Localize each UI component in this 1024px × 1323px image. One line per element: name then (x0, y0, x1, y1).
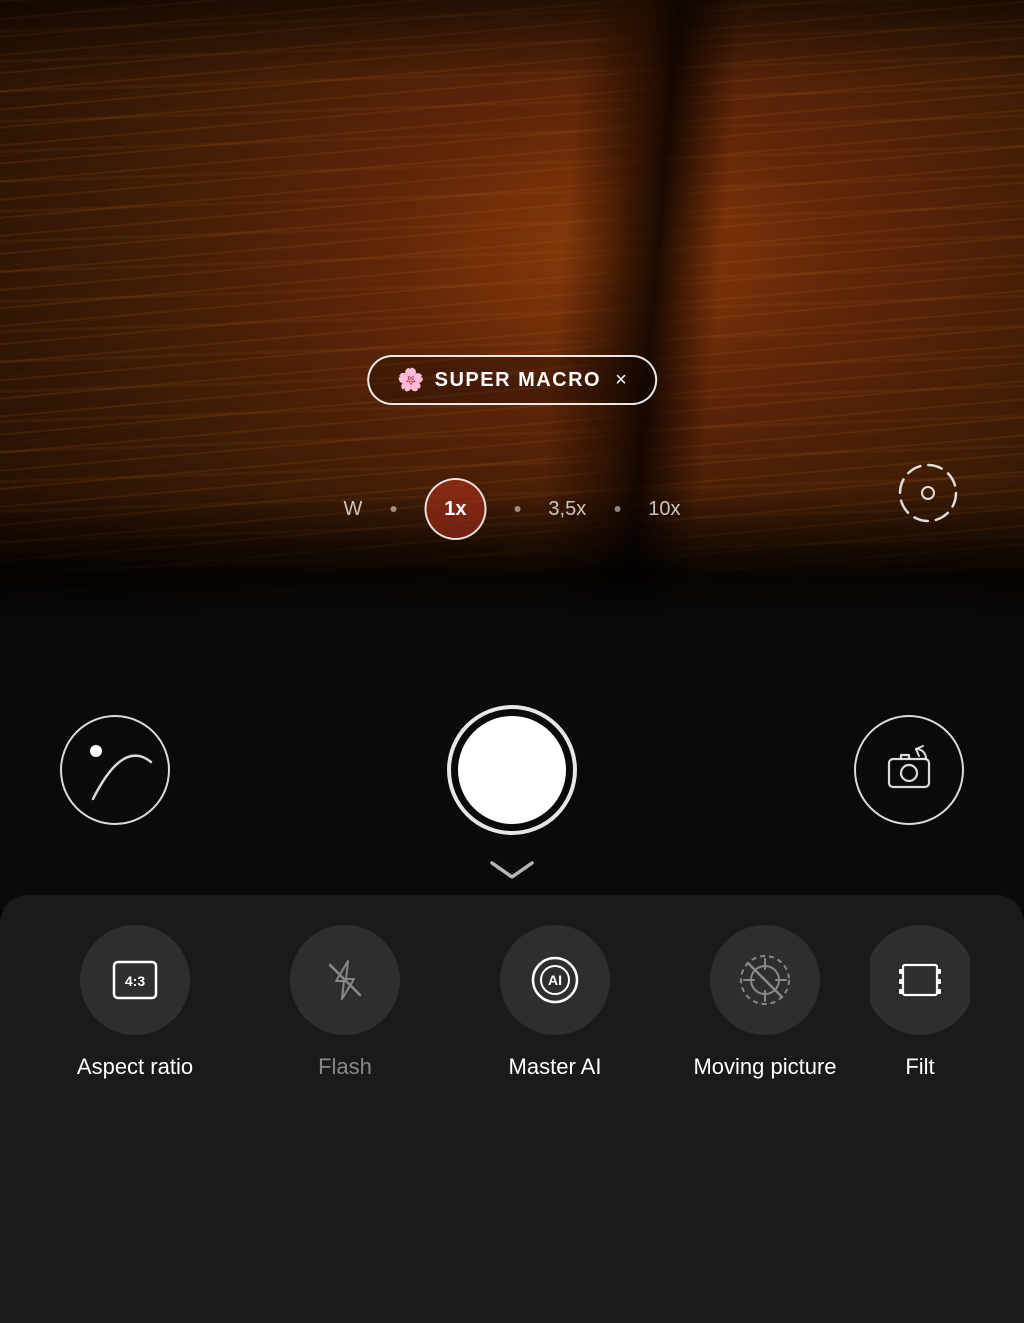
moving-picture-off-icon (734, 949, 796, 1011)
drawer-chevron[interactable] (472, 850, 552, 890)
settings-tray: 4:3 Aspect ratio Flash (0, 895, 1024, 1323)
filter-label: Filt (905, 1053, 934, 1082)
filter-icon-circle (870, 925, 970, 1035)
aspect-ratio-icon-circle: 4:3 (80, 925, 190, 1035)
svg-text:4:3: 4:3 (125, 973, 145, 989)
viewfinder-top-gradient (0, 0, 1024, 80)
master-ai-icon: AI (524, 949, 586, 1011)
zoom-1x-active[interactable]: 1x (424, 478, 486, 540)
settings-item-master-ai[interactable]: AI Master AI (450, 925, 660, 1082)
moving-picture-icon-circle (710, 925, 820, 1035)
camera-viewfinder: 🌸 SUPER MACRO × W 1x 3,5x 10x (0, 0, 1024, 630)
zoom-dot-1 (390, 506, 396, 512)
zoom-controls: W 1x 3,5x 10x (344, 478, 681, 540)
master-ai-icon-circle: AI (500, 925, 610, 1035)
zoom-w-option[interactable]: W (344, 498, 363, 521)
gallery-button[interactable] (60, 715, 170, 825)
zoom-10x-option[interactable]: 10x (648, 498, 680, 521)
master-ai-label: Master AI (509, 1053, 602, 1082)
svg-text:AI: AI (548, 972, 562, 988)
shutter-button[interactable] (447, 705, 577, 835)
macro-close-button[interactable]: × (615, 369, 627, 392)
flash-off-icon (316, 951, 374, 1009)
zoom-35x-option[interactable]: 3,5x (548, 498, 586, 521)
settings-item-flash[interactable]: Flash (240, 925, 450, 1082)
settings-items-row: 4:3 Aspect ratio Flash (0, 925, 1024, 1082)
super-macro-badge[interactable]: 🌸 SUPER MACRO × (367, 355, 657, 405)
flash-label: Flash (318, 1053, 372, 1082)
focus-reticle[interactable] (897, 462, 959, 524)
filter-icon (891, 951, 949, 1009)
macro-flower-icon: 🌸 (397, 367, 424, 393)
flip-camera-icon (880, 741, 938, 799)
gallery-curve-icon (83, 734, 158, 809)
flip-camera-button[interactable] (854, 715, 964, 825)
moving-picture-label: Moving picture (693, 1053, 836, 1082)
aspect-ratio-icon: 4:3 (106, 954, 164, 1006)
aspect-ratio-label: Aspect ratio (77, 1053, 193, 1082)
shutter-inner-circle (458, 716, 566, 824)
settings-item-filter[interactable]: Filt (870, 925, 970, 1082)
settings-item-moving-picture[interactable]: Moving picture (660, 925, 870, 1082)
macro-mode-label: SUPER MACRO (435, 369, 602, 392)
settings-item-aspect-ratio[interactable]: 4:3 Aspect ratio (30, 925, 240, 1082)
zoom-dot-3 (614, 506, 620, 512)
flash-icon-circle (290, 925, 400, 1035)
zoom-dot-2 (514, 506, 520, 512)
